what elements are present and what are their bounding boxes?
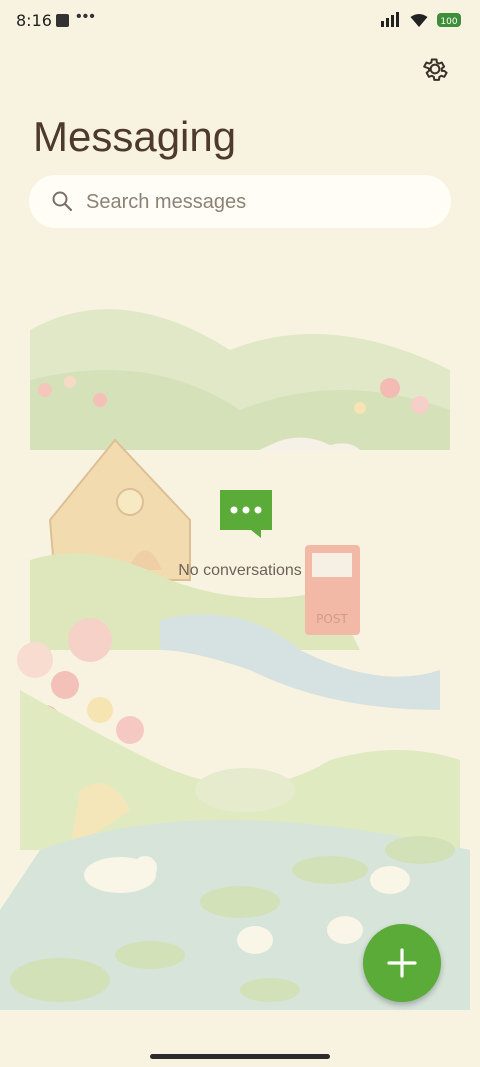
notification-app-icon xyxy=(56,14,69,27)
mailbox-label: POST xyxy=(316,612,348,626)
page-title: Messaging xyxy=(33,113,237,160)
status-icons: 100 xyxy=(380,11,462,29)
home-indicator[interactable] xyxy=(150,1054,330,1059)
plus-icon xyxy=(387,948,417,978)
status-bar: 8:16 ••• 100 xyxy=(0,0,480,44)
battery-level: 100 xyxy=(440,17,457,27)
search-input[interactable] xyxy=(84,175,428,230)
battery-icon: 100 xyxy=(437,13,461,27)
status-time: 8:16 xyxy=(16,11,52,30)
more-notifications-icon: ••• xyxy=(76,8,96,25)
mobile-signal-icon xyxy=(381,12,399,27)
wifi-icon xyxy=(410,13,428,27)
empty-chat-icon xyxy=(220,490,272,538)
search-icon xyxy=(52,191,73,212)
search-bar[interactable] xyxy=(29,175,451,230)
empty-state-text: No conversations xyxy=(178,562,302,579)
settings-icon[interactable] xyxy=(420,54,450,84)
new-conversation-button[interactable] xyxy=(363,924,441,1002)
